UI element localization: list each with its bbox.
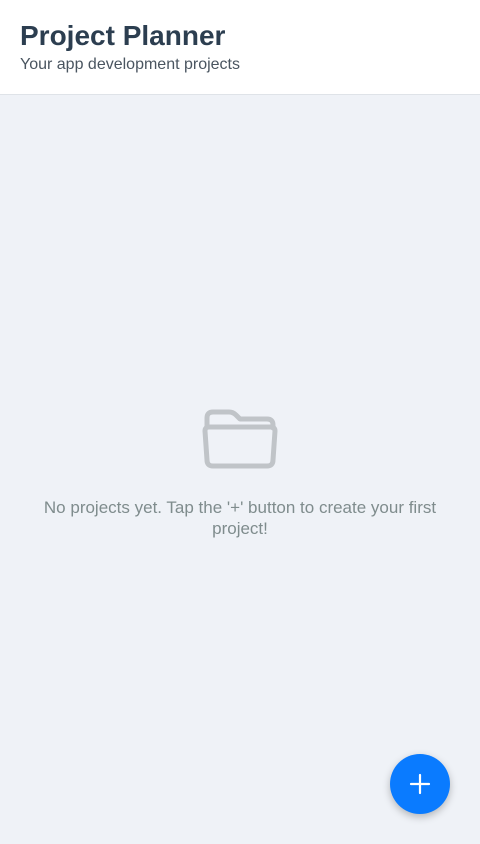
empty-state: No projects yet. Tap the '+' button to c… bbox=[0, 404, 480, 539]
empty-state-message: No projects yet. Tap the '+' button to c… bbox=[43, 498, 437, 538]
page-title: Project Planner bbox=[20, 20, 226, 51]
app-screen: Project Planner Your app development pro… bbox=[0, 0, 480, 844]
page-subtitle: Your app development projects bbox=[20, 56, 240, 73]
plus-icon bbox=[409, 773, 431, 795]
add-project-button[interactable] bbox=[390, 754, 450, 814]
app-header: Project Planner Your app development pro… bbox=[0, 0, 480, 95]
folder-icon bbox=[202, 409, 278, 469]
